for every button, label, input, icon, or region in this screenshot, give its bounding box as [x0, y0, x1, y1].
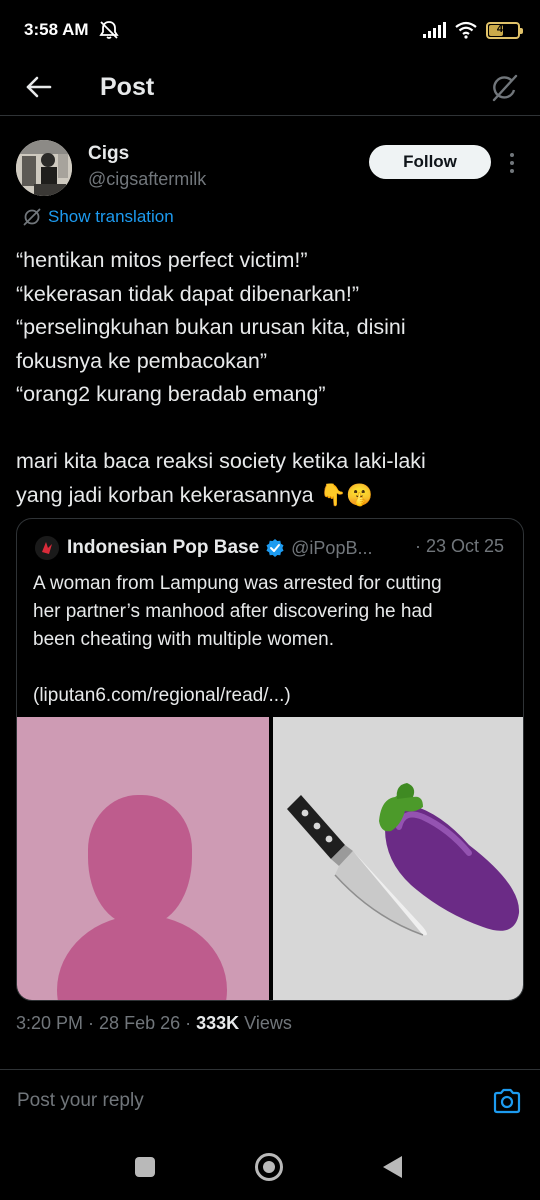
verified-badge-icon: [266, 539, 284, 557]
author-name[interactable]: Cigs: [88, 143, 129, 165]
status-icons: 46: [423, 20, 523, 40]
reply-composer: Post your reply: [0, 1069, 540, 1133]
quoted-line: A woman from Lampung was arrested for cu…: [33, 573, 442, 594]
back-arrow-icon[interactable]: [22, 72, 56, 102]
back-button[interactable]: [383, 1156, 402, 1178]
quoted-line: been cheating with multiple women.: [33, 629, 335, 650]
status-time: 3:58 AM: [24, 20, 89, 39]
show-translation-label: Show translation: [48, 207, 174, 226]
knife-eggplant-illustration: [287, 783, 520, 936]
quoted-author-handle: @iPopB...: [291, 537, 373, 558]
tweet-line: mari kita baca reaksi society ketika lak…: [16, 449, 426, 473]
quoted-post-text: A woman from Lampung was arrested for cu…: [33, 570, 513, 710]
camera-icon[interactable]: [492, 1087, 522, 1115]
quoted-media: [17, 717, 523, 1000]
tweet-line: “orang2 kurang beradab emang”: [16, 382, 326, 406]
follow-button[interactable]: Follow: [369, 145, 491, 179]
quoted-post-header: Indonesian Pop Base @iPopB... · 23 Oct 2…: [35, 536, 504, 560]
top-app-bar: Post: [0, 62, 540, 116]
system-navigation-bar: [0, 1133, 540, 1200]
tweet-line: yang jadi korban kekerasannya 👇🤫: [16, 482, 374, 507]
quoted-post-date: · 23 Oct 25: [415, 536, 505, 556]
more-options-icon[interactable]: [503, 149, 521, 177]
mute-icon: [99, 21, 119, 39]
profile-placeholder-image[interactable]: [17, 717, 269, 1000]
tweet-line: “hentikan mitos perfect victim!”: [16, 248, 308, 272]
views-count[interactable]: 333K: [196, 1013, 239, 1033]
show-translation-link[interactable]: Show translation: [22, 207, 174, 227]
battery-icon: 46: [486, 21, 523, 39]
quoted-avatar-logo: [35, 536, 59, 560]
battery-level: 46: [496, 22, 510, 35]
views-label: Views: [244, 1013, 292, 1033]
wifi-icon: [455, 21, 477, 39]
grok-icon[interactable]: [488, 72, 520, 104]
translate-icon: [23, 208, 41, 226]
avatar-image: [16, 140, 72, 196]
home-button[interactable]: [255, 1153, 283, 1181]
recent-apps-button[interactable]: [135, 1157, 155, 1177]
post-time: 3:20 PM: [16, 1013, 84, 1033]
knife-eggplant-emoji-image[interactable]: [273, 717, 523, 1000]
post-metadata: 3:20 PM · 28 Feb 26 · 333K Views: [16, 1013, 292, 1033]
reply-input[interactable]: Post your reply: [17, 1090, 144, 1112]
quoted-line: (liputan6.com/regional/read/...): [33, 685, 291, 706]
quoted-post-card[interactable]: Indonesian Pop Base @iPopB... · 23 Oct 2…: [16, 518, 524, 1001]
page-title: Post: [100, 73, 155, 101]
author-handle[interactable]: @cigsaftermilk: [88, 169, 206, 190]
status-bar: 3:58 AM 46: [0, 0, 540, 62]
placeholder-body: [57, 915, 227, 1000]
tweet-line: “kekerasan tidak dapat dibenarkan!”: [16, 281, 360, 306]
tweet-text: “hentikan mitos perfect victim!” “kekera…: [16, 244, 526, 512]
placeholder-head: [88, 795, 192, 925]
tweet-line: “perselingkuhan bukan urusan kita, disin…: [16, 315, 406, 339]
author-avatar[interactable]: [16, 140, 72, 196]
tweet-line: fokusnya ke pembacokan”: [16, 348, 267, 373]
signal-icon: [423, 22, 446, 38]
quoted-line: her partner’s manhood after discovering …: [33, 601, 433, 622]
post-date: 28 Feb 26: [99, 1013, 181, 1033]
quoted-author-name: Indonesian Pop Base: [67, 537, 260, 558]
quoted-author-avatar: [35, 536, 59, 560]
